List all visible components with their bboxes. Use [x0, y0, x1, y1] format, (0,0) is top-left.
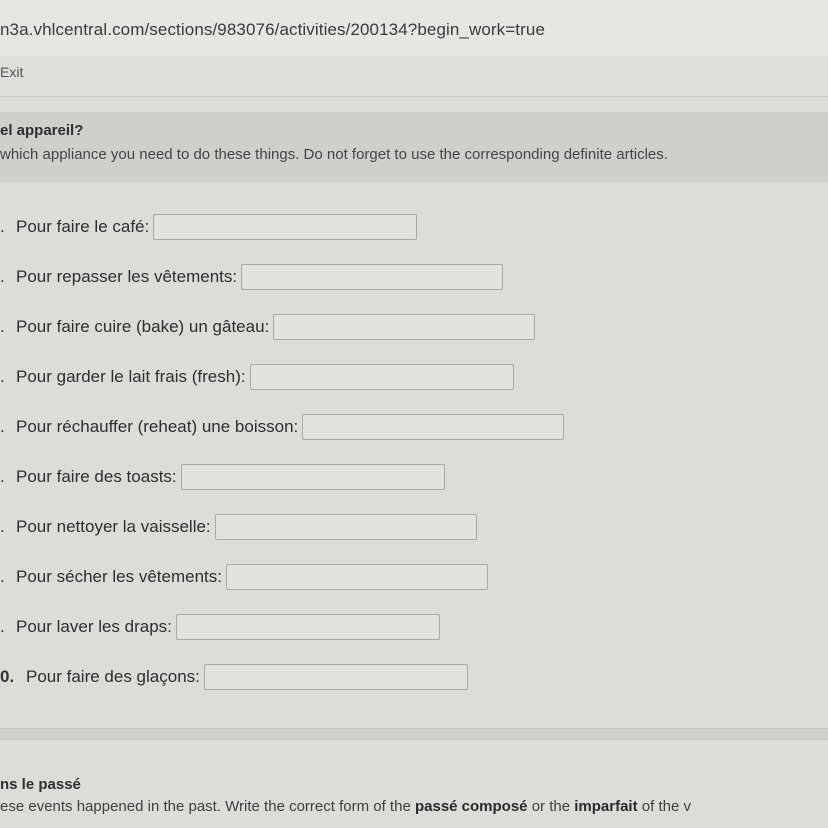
answer-field[interactable] — [249, 364, 514, 390]
section-2-header: ns le passé ese events happened in the p… — [0, 770, 828, 828]
section-header: el appareil? which appliance you need to… — [0, 112, 828, 182]
question-number: . — [0, 567, 5, 586]
section-2-title: ns le passé — [0, 776, 81, 793]
answer-field[interactable] — [180, 464, 445, 490]
question-number: . — [0, 467, 5, 486]
question-number: . — [0, 217, 5, 236]
section-title: el appareil? — [0, 122, 84, 139]
answer-field[interactable] — [225, 564, 488, 590]
answer-field[interactable] — [273, 314, 536, 340]
question-label: Pour réchauffer (reheat) une boisson: — [16, 417, 299, 436]
section-2-instructions: ese events happened in the past. Write t… — [0, 798, 691, 815]
question-item: . Pour laver les draps: — [0, 612, 440, 642]
browser-address-bar[interactable]: n3a.vhlcentral.com/sections/983076/activ… — [0, 0, 828, 56]
section-2-instr-text: or the — [527, 798, 575, 815]
question-number: 0. — [0, 667, 15, 686]
question-item: . Pour faire le café: — [0, 212, 418, 242]
answer-field[interactable] — [203, 664, 468, 690]
question-label: Pour faire des glaçons: — [26, 667, 200, 686]
question-item: . Pour garder le lait frais (fresh): — [0, 362, 514, 392]
answer-field[interactable] — [214, 514, 477, 540]
question-label: Pour repasser les vêtements: — [16, 267, 238, 286]
url-text[interactable]: n3a.vhlcentral.com/sections/983076/activ… — [0, 20, 545, 40]
question-label: Pour faire le café: — [16, 217, 150, 236]
question-number: . — [0, 417, 5, 436]
section-2-instr-text: of the v — [637, 798, 691, 815]
question-label: Pour nettoyer la vaisselle: — [16, 517, 211, 536]
activity-toolbar: Exit — [0, 56, 828, 97]
answer-field[interactable] — [153, 214, 418, 240]
exit-link[interactable]: Exit — [0, 64, 23, 80]
question-number: . — [0, 517, 5, 536]
section-2-instr-bold: passé composé — [414, 798, 528, 815]
question-item: . Pour réchauffer (reheat) une boisson: — [0, 412, 565, 442]
section-instructions: which appliance you need to do these thi… — [0, 146, 668, 163]
question-item: 0. Pour faire des glaçons: — [0, 662, 468, 692]
section-divider — [0, 728, 828, 740]
question-number: . — [0, 367, 5, 386]
question-item: . Pour faire cuire (bake) un gâteau: — [0, 312, 536, 342]
question-number: . — [0, 267, 5, 286]
question-label: Pour faire cuire (bake) un gâteau: — [16, 317, 270, 336]
question-item: . Pour nettoyer la vaisselle: — [0, 512, 477, 542]
question-item: . Pour sécher les vêtements: — [0, 562, 488, 592]
section-2-instr-text: ese events happened in the past. Write t… — [0, 798, 415, 815]
answer-field[interactable] — [302, 414, 565, 440]
question-label: Pour sécher les vêtements: — [16, 567, 222, 586]
question-item: . Pour faire des toasts: — [0, 462, 445, 492]
question-label: Pour garder le lait frais (fresh): — [16, 367, 246, 386]
question-label: Pour faire des toasts: — [16, 467, 177, 486]
question-label: Pour laver les draps: — [16, 617, 172, 636]
question-item: . Pour repasser les vêtements: — [0, 262, 504, 292]
section-2-instr-bold: imparfait — [574, 798, 638, 815]
answer-field[interactable] — [175, 614, 440, 640]
question-number: . — [0, 617, 5, 636]
answer-field[interactable] — [241, 264, 504, 290]
question-number: . — [0, 317, 5, 336]
